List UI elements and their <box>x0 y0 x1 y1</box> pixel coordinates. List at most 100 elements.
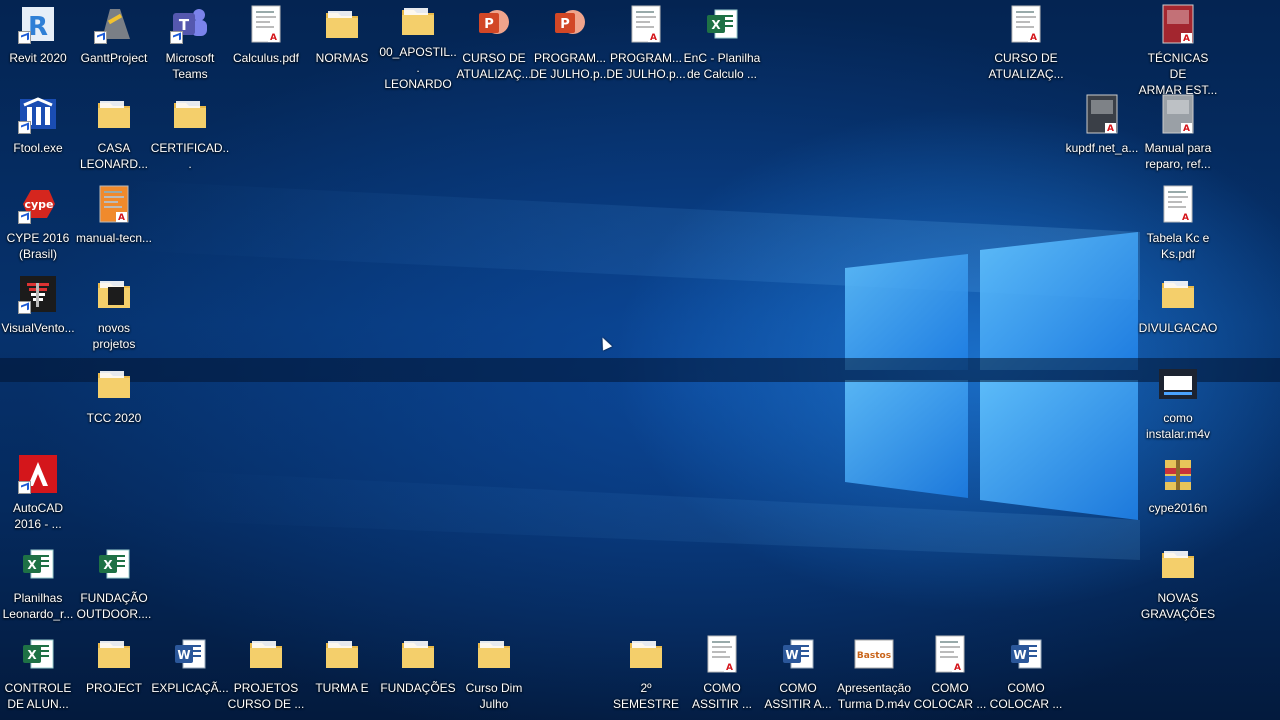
desktop-icon[interactable]: X CONTROLE DE ALUN... <box>0 630 76 716</box>
desktop-icon[interactable]: W COMO COLOCAR ... <box>988 630 1064 716</box>
desktop-icon[interactable]: X FUNDAÇÃO OUTDOOR.... <box>76 540 152 626</box>
pdf-book-icon: A <box>1158 4 1198 44</box>
folder-icon <box>322 634 362 674</box>
desktop-icon-label: COMO ASSITIR A... <box>764 681 832 711</box>
word-file-icon: W <box>778 634 818 674</box>
desktop-icon[interactable]: A Manual para reparo, ref... <box>1140 90 1216 176</box>
desktop-icon[interactable]: 00_APOSTIL... LEONARDO <box>379 0 457 91</box>
shortcut-arrow-icon <box>170 31 183 44</box>
svg-text:A: A <box>1183 34 1190 44</box>
desktop-icon[interactable]: AutoCAD 2016 - ... <box>0 450 76 536</box>
pdf-file-icon: A <box>1006 4 1046 44</box>
svg-text:P: P <box>560 17 570 32</box>
desktop-icon[interactable]: Ftool.exe <box>0 90 76 176</box>
desktop-icon[interactable]: P CURSO DE ATUALIZAÇ... <box>456 0 532 86</box>
desktop-icon-label: EnC - Planilha de Calculo ... <box>683 51 761 81</box>
svg-text:X: X <box>103 558 113 572</box>
desktop-icon[interactable]: VisualVento... <box>0 270 76 356</box>
desktop-icon[interactable]: NORMAS <box>304 0 380 86</box>
desktop-icon-label: Ftool.exe <box>13 141 63 155</box>
video-file-icon <box>1158 364 1198 404</box>
desktop-icon-label: Apresentação Turma D.m4v <box>836 681 912 711</box>
revit-icon: R <box>18 4 58 44</box>
excel-file-icon: X <box>702 4 742 44</box>
desktop-icon-label: TURMA E <box>315 681 369 695</box>
desktop-icon[interactable]: A COMO ASSITIR ... <box>684 630 760 716</box>
svg-text:A: A <box>270 33 277 43</box>
desktop-icon[interactable]: A Calculus.pdf <box>228 0 304 86</box>
desktop-icon[interactable]: cype2016n <box>1140 450 1216 536</box>
desktop-icon-label: CASA LEONARD... <box>79 141 148 171</box>
ganttproject-icon <box>94 4 134 44</box>
svg-text:W: W <box>1013 648 1026 662</box>
cype-icon: cype <box>18 184 58 224</box>
desktop-icon[interactable]: Curso Dim Julho <box>456 630 532 716</box>
desktop-icon-label: Tabela Kc e Ks.pdf <box>1146 231 1210 261</box>
desktop-icon[interactable]: A PROGRAM... DE JULHO.p... <box>606 0 686 86</box>
desktop-icon[interactable]: X EnC - Planilha de Calculo ... <box>684 0 760 86</box>
folder-icon <box>322 4 362 44</box>
folder-icon <box>1158 544 1198 584</box>
desktop-icon-label: Manual para reparo, ref... <box>1144 141 1212 171</box>
folder-icon <box>1158 274 1198 314</box>
folder-icon <box>474 634 514 674</box>
desktop-icon[interactable]: R Revit 2020 <box>0 0 76 86</box>
desktop-icon[interactable]: PROJECT <box>76 630 152 716</box>
desktop-icon[interactable]: CERTIFICAD... <box>151 90 229 176</box>
desktop-icon-label: 2º SEMESTRE <box>612 681 679 711</box>
powerpoint-file-icon: P <box>474 4 514 44</box>
desktop-icon-label: Calculus.pdf <box>232 51 300 65</box>
desktop-icon-label: COMO COLOCAR ... <box>989 681 1063 711</box>
desktop-icon[interactable]: FUNDAÇÕES <box>380 630 456 716</box>
desktop-icon[interactable]: novos projetos <box>76 270 152 356</box>
desktop-icon[interactable]: DIVULGACAO <box>1139 270 1217 356</box>
desktop-icon-label: cype2016n <box>1148 501 1208 515</box>
desktop-icon[interactable]: P PROGRAM... DE JULHO.p... <box>530 0 610 86</box>
pdf-book-icon: A <box>1158 94 1198 134</box>
excel-file-icon: X <box>18 634 58 674</box>
desktop-icon-label: COMO ASSITIR ... <box>691 681 752 711</box>
desktop-icon-label: novos projetos <box>92 321 136 351</box>
svg-text:cype: cype <box>24 198 53 211</box>
shortcut-arrow-icon <box>18 31 31 44</box>
desktop-icon[interactable]: 2º SEMESTRE <box>608 630 684 716</box>
desktop-icon[interactable]: GanttProject <box>76 0 152 86</box>
desktop-icon[interactable]: A Tabela Kc e Ks.pdf <box>1140 180 1216 266</box>
svg-text:Bastos: Bastos <box>857 651 891 661</box>
svg-text:X: X <box>27 558 37 572</box>
desktop-icon-label: PROGRAM... DE JULHO.p... <box>606 51 686 81</box>
archive-icon <box>1158 454 1198 494</box>
shortcut-arrow-icon <box>94 31 107 44</box>
svg-text:X: X <box>27 648 37 662</box>
desktop-icon-label: Microsoft Teams <box>165 51 215 81</box>
desktop-icon[interactable]: A COMO COLOCAR ... <box>912 630 988 716</box>
desktop-icon[interactable]: A CURSO DE ATUALIZAÇ... <box>988 0 1064 86</box>
desktop-icon[interactable]: cype CYPE 2016 (Brasil) <box>0 180 76 266</box>
desktop-icon[interactable]: A TÉCNICAS DE ARMAR EST... <box>1139 0 1217 97</box>
desktop-icon-label: PROJECT <box>85 681 142 695</box>
desktop-icon[interactable]: Akupdf.net_a... <box>1064 90 1140 176</box>
desktop-icon-label: FUNDAÇÃO OUTDOOR.... <box>76 591 152 621</box>
desktop-icon[interactable]: X Planilhas Leonardo_r... <box>0 540 76 626</box>
desktop-icon[interactable]: TURMA E <box>304 630 380 716</box>
video-file-icon: Bastos <box>854 634 894 674</box>
desktop-icon[interactable]: PROJETOS CURSO DE ... <box>228 630 304 716</box>
desktop-icon[interactable]: CASA LEONARD... <box>76 90 152 176</box>
desktop-icon[interactable]: W COMO ASSITIR A... <box>760 630 836 716</box>
desktop-icon[interactable]: como instalar.m4v <box>1140 360 1216 446</box>
desktop-icon[interactable]: T Microsoft Teams <box>152 0 228 86</box>
desktop-icon[interactable]: TCC 2020 <box>76 360 152 446</box>
desktop-icon-label: CURSO DE ATUALIZAÇ... <box>988 51 1064 81</box>
shortcut-arrow-icon <box>18 481 31 494</box>
svg-text:A: A <box>650 33 657 43</box>
desktop-icon[interactable]: Amanual-tecn... <box>76 180 152 266</box>
desktop-icon-label: AutoCAD 2016 - ... <box>12 501 64 531</box>
desktop-icon[interactable]: W EXPLICAÇÃ... <box>151 630 229 716</box>
desktop-icon[interactable]: NOVAS GRAVAÇÕES <box>1140 540 1216 626</box>
ftool-icon <box>18 94 58 134</box>
visualventos-icon <box>18 274 58 314</box>
pdf-document-icon: A <box>1158 184 1198 224</box>
desktop-icon[interactable]: Bastos Apresentação Turma D.m4v <box>836 630 912 716</box>
pdf-document-icon: A <box>702 634 742 674</box>
desktop-icon-label: NOVAS GRAVAÇÕES <box>1140 591 1216 621</box>
